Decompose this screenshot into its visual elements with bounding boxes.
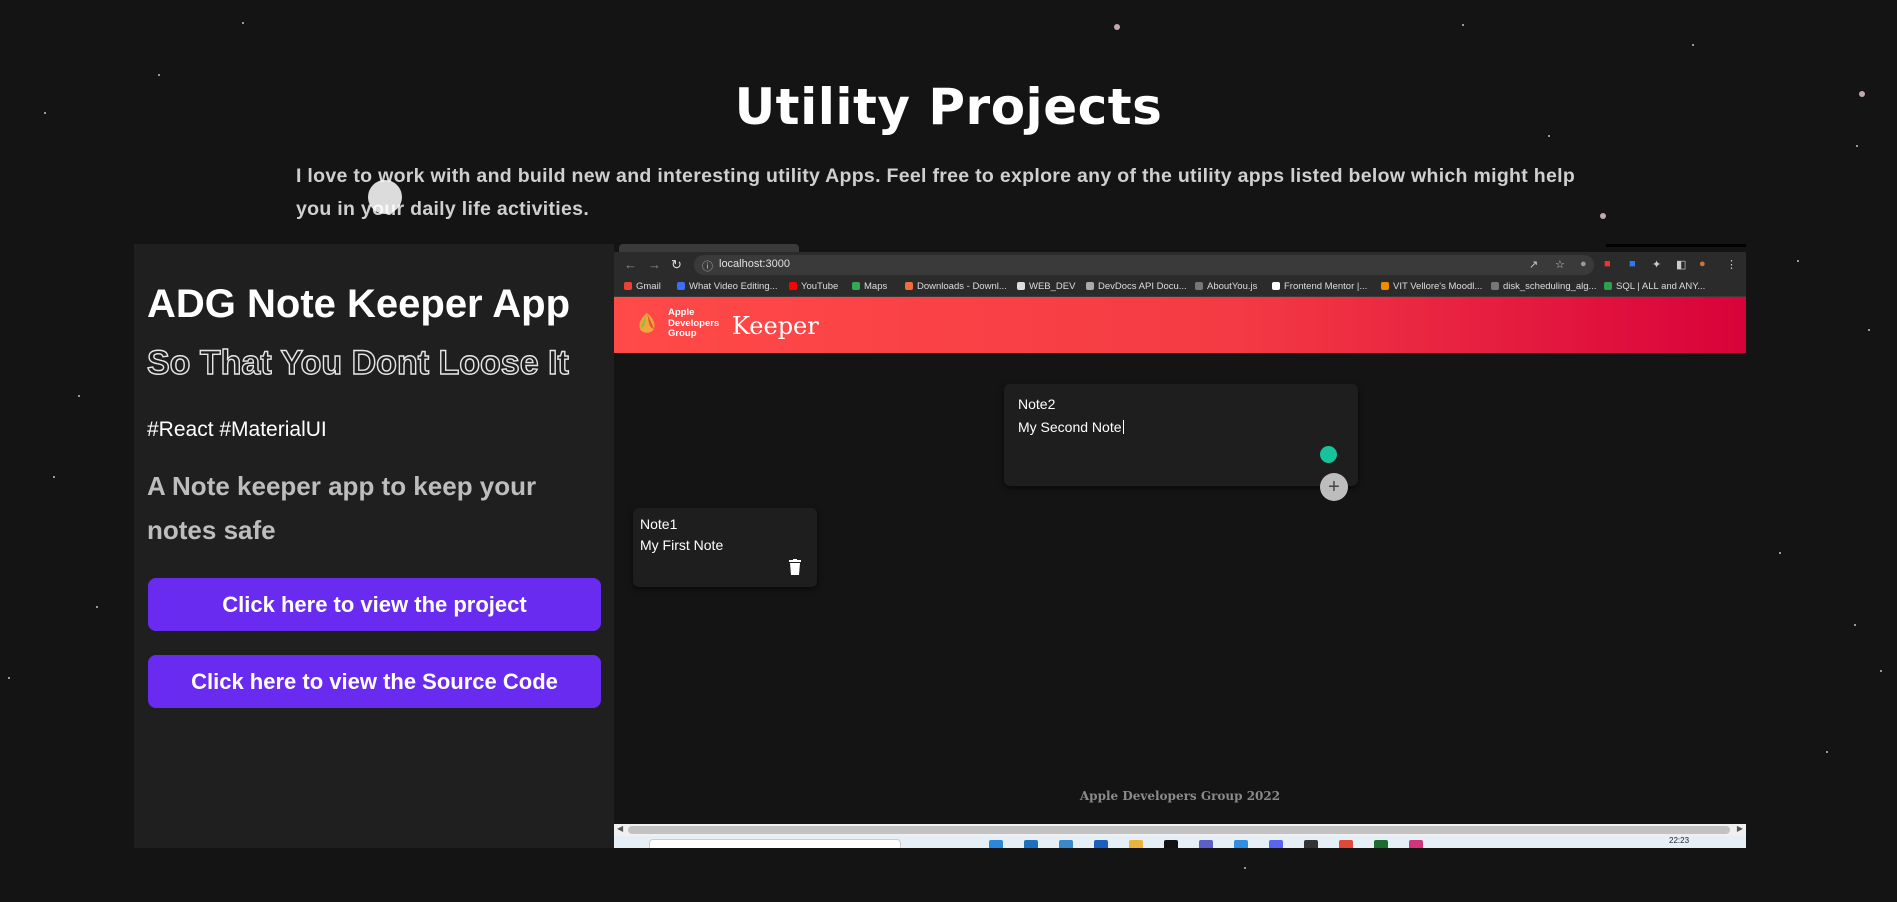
taskbar-chrome-icon: [1339, 840, 1353, 848]
add-note-button[interactable]: +: [1320, 473, 1348, 501]
frontend-mentor-icon: [1272, 282, 1280, 290]
bookmark-item: disk_scheduling_alg...: [1491, 281, 1596, 292]
horizontal-scrollbar[interactable]: ◀ ▶: [614, 824, 1746, 836]
keeper-app-header: Apple Developers Group Keeper: [614, 297, 1746, 353]
bookmark-item: What Video Editing...: [677, 281, 778, 292]
forward-arrow-icon: →: [648, 257, 661, 272]
extension-red-icon: ■: [1604, 258, 1611, 270]
moodle-icon: [1381, 282, 1389, 290]
bookmark-item: VIT Vellore's Moodl...: [1381, 281, 1482, 292]
scroll-left-icon[interactable]: ◀: [617, 824, 623, 833]
bookmark-item: WEB_DEV: [1017, 281, 1075, 292]
taskbar-app-icon: [1059, 840, 1073, 848]
section-title: Utility Projects: [734, 78, 1163, 136]
project-tags: #React #MaterialUI: [147, 418, 327, 441]
bookmark-item: AboutYou.js: [1195, 281, 1257, 292]
bookmark-item: SQL | ALL and ANY...: [1604, 281, 1705, 292]
keeper-app-title: Keeper: [732, 312, 819, 340]
page-icon: [677, 282, 685, 290]
taskbar-app-icon: [1304, 840, 1318, 848]
note-content: My First Note: [640, 537, 724, 553]
text-caret: [1122, 420, 1124, 434]
site-info-icon: ⓘ: [702, 261, 713, 273]
taskbar-app-icon: [1094, 840, 1108, 848]
bookmark-star-icon: ☆: [1555, 259, 1565, 271]
extension-blue-icon: ■: [1629, 258, 1636, 270]
taskbar-app-icon: [1374, 840, 1388, 848]
taskbar-app-icon: [1164, 840, 1178, 848]
create-note-form[interactable]: Note2 My Second Note: [1004, 384, 1358, 486]
adg-logo-icon: [639, 313, 655, 333]
url-field: [694, 255, 1594, 275]
note-title: Note1: [640, 516, 678, 532]
adg-org-name: Apple Developers Group: [668, 307, 720, 339]
extension-mic-icon: ●: [1580, 258, 1587, 270]
note-card: Note1 My First Note: [633, 508, 817, 587]
taskbar-app-icon: [1199, 840, 1213, 848]
note-content-input[interactable]: My Second Note: [1018, 419, 1124, 435]
taskbar-folder-icon: [1129, 840, 1143, 848]
project-title: ADG Note Keeper App: [147, 282, 571, 326]
taskbar-clock: 22:23: [1669, 836, 1690, 845]
youtube-icon: [789, 282, 797, 290]
devdocs-icon: [1086, 282, 1094, 290]
profile-avatar-icon: ●: [1699, 258, 1706, 270]
keeper-app-footer: Apple Developers Group 2022: [1079, 789, 1281, 803]
web-dev-icon: [1017, 282, 1025, 290]
mouse-cursor-indicator: [368, 180, 402, 214]
view-source-code-button[interactable]: Click here to view the Source Code: [148, 655, 601, 708]
bookmark-item: Frontend Mentor |...: [1272, 281, 1367, 292]
browser-tab-strip: [614, 244, 1746, 252]
project-info-panel: ADG Note Keeper App So That You Dont Loo…: [134, 244, 614, 848]
extensions-puzzle-icon: ✦: [1652, 259, 1662, 271]
browser-address-bar: ← → ↻ ⓘ localhost:3000 ↗ ☆ ● ■ ■ ✦ ◧ ● ⋮: [614, 252, 1746, 278]
taskbar-app-icon: [1409, 840, 1423, 848]
project-subtitle: So That You Dont Loose It: [146, 343, 569, 382]
project-screenshot: ← → ↻ ⓘ localhost:3000 ↗ ☆ ● ■ ■ ✦ ◧ ● ⋮…: [614, 244, 1746, 848]
taskbar-app-icon: [989, 840, 1003, 848]
bookmark-item: Downloads - Downl...: [905, 281, 1007, 292]
bookmark-item: DevDocs API Docu...: [1086, 281, 1187, 292]
url-text: localhost:3000: [719, 258, 790, 270]
delete-icon[interactable]: [788, 559, 802, 575]
reload-icon: ↻: [671, 257, 682, 272]
side-panel-icon: ◧: [1676, 259, 1687, 271]
globe-icon: [1195, 282, 1203, 290]
bookmark-item: YouTube: [789, 281, 838, 292]
gmail-icon: [624, 282, 632, 290]
taskbar-vscode-icon: [1234, 840, 1248, 848]
project-description: A Note keeper app to keep your notes saf…: [147, 471, 537, 545]
note-title-input[interactable]: Note2: [1018, 396, 1055, 412]
browser-tab: [619, 244, 799, 252]
section-description: I love to work with and build new and in…: [296, 165, 1576, 220]
scrollbar-thumb[interactable]: [628, 826, 1730, 834]
taskbar-app-icon: [1024, 840, 1038, 848]
maps-icon: [852, 282, 860, 290]
windows-taskbar: 22:23: [614, 836, 1746, 848]
view-project-button[interactable]: Click here to view the project: [148, 578, 601, 631]
globe-icon: [1491, 282, 1499, 290]
back-arrow-icon: ←: [624, 257, 637, 272]
bookmarks-bar: Gmail What Video Editing... YouTube Maps…: [614, 278, 1746, 297]
taskbar-search-box: [649, 839, 901, 848]
geeks-icon: [1604, 282, 1612, 290]
downloads-icon: [905, 282, 913, 290]
taskbar-app-icon: [1269, 840, 1283, 848]
project-card: ADG Note Keeper App So That You Dont Loo…: [134, 244, 1746, 848]
bookmark-item: Gmail: [624, 281, 661, 292]
scroll-right-icon[interactable]: ▶: [1737, 824, 1743, 833]
bookmark-item: Maps: [852, 281, 887, 292]
browser-menu-icon: ⋮: [1726, 259, 1737, 271]
grammar-checker-icon: [1320, 446, 1337, 463]
share-icon: ↗: [1529, 259, 1539, 271]
